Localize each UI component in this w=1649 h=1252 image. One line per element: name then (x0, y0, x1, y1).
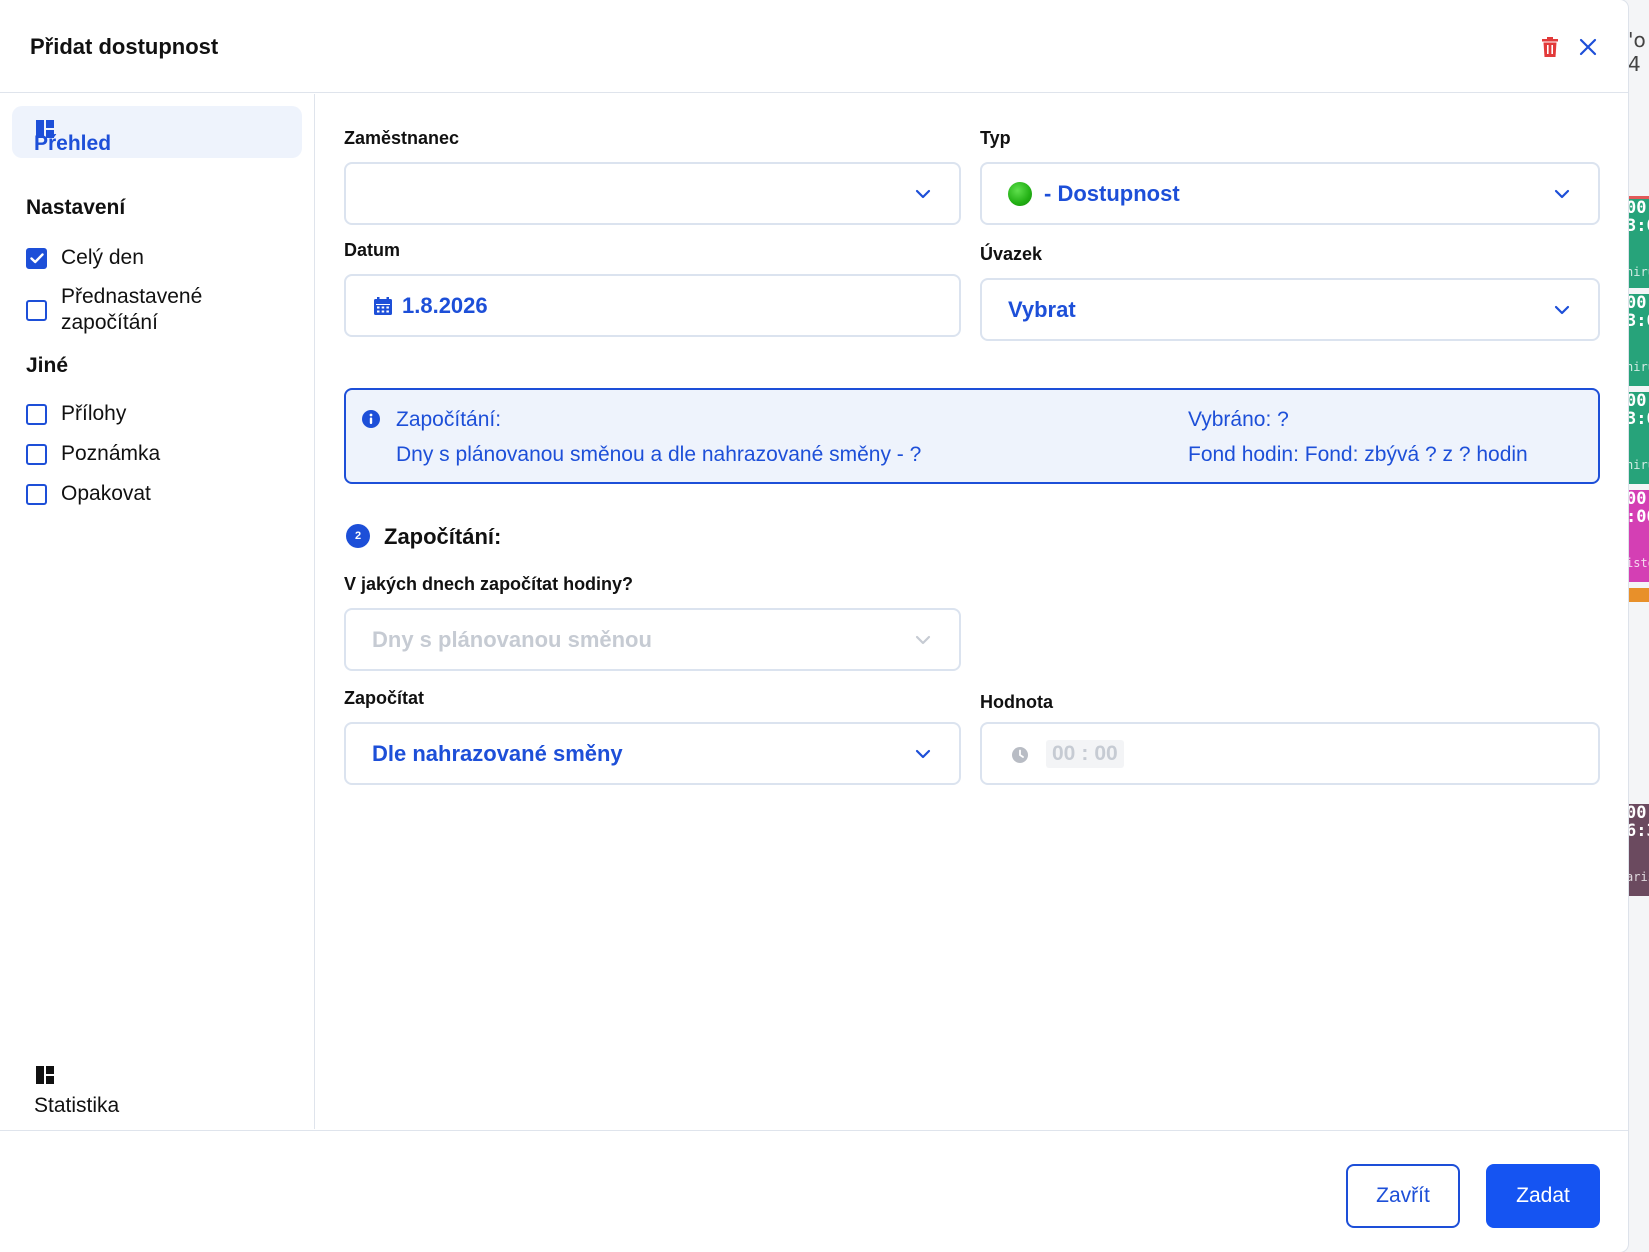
days-select: Dny s plánovanou směnou (344, 608, 961, 671)
checkbox-row-all-day[interactable]: Celý den (26, 245, 144, 271)
dashboard-icon (36, 1066, 54, 1084)
count-select[interactable]: Dle nahrazované směny (344, 722, 961, 785)
close-button[interactable] (1575, 34, 1601, 60)
checkbox-all-day[interactable] (26, 247, 47, 269)
workload-value: Vybrat (1008, 296, 1076, 322)
chevron-down-icon (1554, 305, 1570, 314)
time-separator: : (1081, 742, 1089, 765)
background-shift-note: hiru (1626, 360, 1649, 374)
background-shift-time: 00 6:3 (1626, 804, 1649, 841)
close-dialog-button[interactable]: Zavřít (1346, 1164, 1460, 1228)
step-badge: 2 (346, 524, 370, 548)
checkbox-row-note[interactable]: Poznámka (26, 441, 160, 467)
checkbox-repeat[interactable] (26, 483, 47, 505)
checkbox-row-attachments[interactable]: Přílohy (26, 401, 126, 427)
chevron-down-icon (1554, 189, 1570, 198)
background-shift-note: aris (1626, 870, 1649, 884)
amount-label: Hodnota (980, 692, 1053, 712)
trash-icon (1542, 37, 1558, 57)
type-label: Typ (980, 128, 1011, 148)
info-icon (362, 410, 380, 428)
dialog-header: Přidat dostupnost (0, 0, 1628, 93)
section-title-settings: Nastavení (26, 196, 126, 219)
days-question-label: V jakých dnech započítat hodiny? (344, 574, 634, 594)
counting-info-box: Započítání: Dny s plánovanou směnou a dl… (344, 388, 1600, 484)
background-shift-note: hiru (1626, 265, 1649, 279)
info-title: Započítání: (396, 408, 502, 431)
minutes-segment[interactable]: 00 (1094, 742, 1117, 766)
dialog-title: Přidat dostupnost (30, 34, 219, 59)
time-segment-box: 00 : 00 (1046, 740, 1124, 768)
checkbox-row-preset-counting[interactable]: Přednastavené započítání (26, 284, 266, 336)
section-title-counting: Započítání: (384, 524, 502, 549)
checkbox-label: Přednastavené započítání (61, 285, 203, 334)
step-number: 2 (354, 530, 362, 542)
workload-label: Úvazek (980, 244, 1043, 264)
dialog-footer: Zavřít Zadat (0, 1130, 1628, 1252)
checkbox-label: Přílohy (61, 402, 127, 425)
background-shift-time: 00 3:0 (1626, 392, 1649, 429)
status-dot-icon (1008, 182, 1032, 206)
checkbox-label: Celý den (61, 246, 144, 269)
date-input[interactable]: 1.8.2026 (344, 274, 961, 337)
workload-select[interactable]: Vybrat (980, 278, 1600, 341)
info-fund: Fond hodin: Fond: zbývá ? z ? hodin (1188, 443, 1528, 466)
dialog-main: Zaměstnanec Typ - Dostupnost Datum 1.8.2… (316, 94, 1628, 1129)
delete-button[interactable] (1537, 34, 1563, 60)
checkbox-note[interactable] (26, 443, 47, 465)
clock-icon (1012, 747, 1028, 763)
type-value: - Dostupnost (1044, 180, 1180, 206)
submit-button[interactable]: Zadat (1486, 1164, 1600, 1228)
days-value: Dny s plánovanou směnou (372, 626, 652, 652)
employee-label: Zaměstnanec (344, 128, 460, 148)
info-selected: Vybráno: ? (1188, 408, 1289, 431)
checkbox-label: Poznámka (61, 442, 161, 465)
date-value: 1.8.2026 (402, 292, 488, 318)
background-shift-time: 00 3:0 (1626, 198, 1649, 236)
check-icon (29, 252, 44, 263)
sidebar-item-label: Statistika (34, 1094, 120, 1117)
checkbox-attachments[interactable] (26, 403, 47, 425)
chevron-down-icon (915, 635, 931, 644)
checkbox-label: Opakovat (61, 482, 151, 505)
info-detail: Dny s plánovanou směnou a dle nahrazovan… (396, 443, 922, 466)
count-value: Dle nahrazované směny (372, 740, 623, 766)
employee-select[interactable] (344, 162, 961, 225)
dialog-sidebar: Přehled Nastavení Celý den Přednastavené… (0, 94, 315, 1129)
sidebar-item-label: Přehled (34, 132, 112, 155)
count-label: Započítat (344, 688, 425, 708)
checkbox-preset-counting[interactable] (26, 299, 47, 321)
hours-segment[interactable]: 00 (1052, 742, 1075, 766)
background-calendar-header: 'o 4 (1628, 28, 1646, 76)
amount-time-input[interactable]: 00 : 00 (980, 722, 1600, 785)
background-shift-note: isto (1626, 556, 1649, 570)
add-availability-dialog: Přidat dostupnost Přehled Nastavení Celý… (0, 0, 1628, 1252)
background-shift-note: hiru (1626, 458, 1649, 472)
chevron-down-icon (915, 749, 931, 758)
type-select[interactable]: - Dostupnost (980, 162, 1600, 225)
section-title-other: Jiné (26, 354, 69, 377)
calendar-icon (374, 297, 392, 315)
close-icon (1579, 38, 1597, 56)
background-shift-time: 00 3:0 (1626, 294, 1649, 331)
date-label: Datum (344, 240, 401, 260)
checkbox-row-repeat[interactable]: Opakovat (26, 481, 151, 507)
sidebar-item-overview[interactable]: Přehled (12, 106, 302, 158)
chevron-down-icon (915, 189, 931, 198)
background-shift-time: 00 :00 (1626, 490, 1649, 527)
